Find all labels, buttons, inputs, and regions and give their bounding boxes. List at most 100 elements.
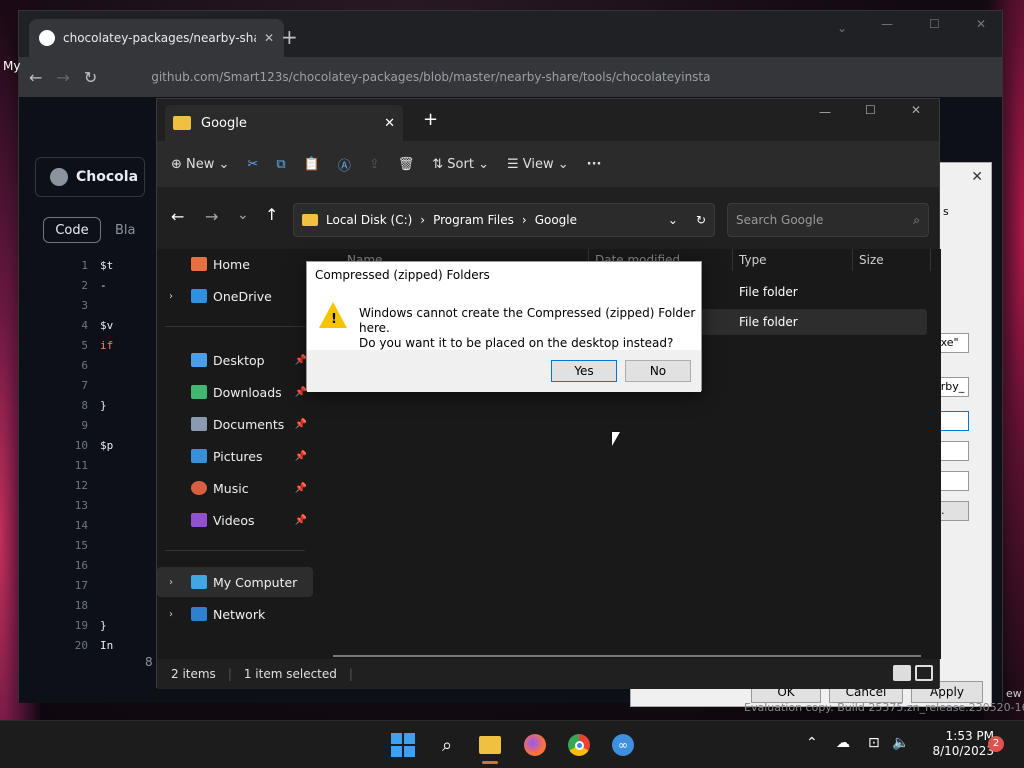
app-icon[interactable]: ∞: [609, 731, 637, 759]
pin-icon: 📌: [294, 514, 307, 526]
sidebar-label: Music: [213, 480, 249, 496]
close-window-icon[interactable]: ✕: [976, 17, 986, 31]
sidebar-item-music[interactable]: Music 📌: [157, 473, 313, 503]
up-icon[interactable]: ↑: [265, 205, 278, 224]
breadcrumb-1[interactable]: Program Files: [433, 213, 514, 227]
delete-icon[interactable]: 🗑: [398, 157, 415, 172]
address-bar[interactable]: github.com/Smart123s/chocolatey-packages…: [151, 70, 711, 84]
breadcrumb-0[interactable]: Local Disk (C:): [326, 213, 412, 227]
clock[interactable]: 1:53 PM 8/10/2023: [932, 729, 994, 759]
back-icon[interactable]: ←: [171, 207, 184, 226]
chevron-down-icon[interactable]: ⌄: [837, 21, 847, 35]
forward-icon[interactable]: →: [56, 68, 69, 87]
view-button[interactable]: ☰ View ⌄: [507, 157, 569, 172]
sidebar-item-downloads[interactable]: Downloads 📌: [157, 377, 313, 407]
chrome-tab[interactable]: chocolatey-packages/nearby-sha ✕: [29, 19, 284, 57]
firefox-icon[interactable]: [521, 731, 549, 759]
search-icon[interactable]: ⌕: [433, 731, 461, 759]
folder-icon: [173, 116, 191, 130]
line-number: 15: [74, 539, 88, 552]
volume-icon[interactable]: 🔈: [892, 735, 909, 751]
sidebar-item-network[interactable]: › Network: [157, 599, 313, 629]
minimize-icon[interactable]: —: [819, 105, 831, 119]
view-label: ew: [1006, 687, 1022, 700]
copy-icon[interactable]: ⧉: [276, 157, 285, 172]
chevron-right-icon[interactable]: ›: [169, 577, 173, 588]
reload-icon[interactable]: ↻: [84, 68, 97, 87]
dialog-message-line1: Windows cannot create the Compressed (zi…: [359, 306, 696, 335]
address-bar[interactable]: Local Disk (C:) › Program Files › Google…: [293, 203, 715, 237]
maximize-icon[interactable]: ☐: [929, 17, 940, 31]
column-header-type[interactable]: Type: [733, 249, 853, 271]
search-input[interactable]: Search Google ⌕: [727, 203, 929, 237]
maximize-icon[interactable]: ☐: [865, 103, 876, 117]
file-explorer-icon[interactable]: [476, 731, 504, 759]
share-icon[interactable]: ⇪: [369, 157, 380, 172]
pin-icon: 📌: [294, 450, 307, 462]
sidebar-item-videos[interactable]: Videos 📌: [157, 505, 313, 535]
start-icon[interactable]: [389, 731, 417, 759]
item-count: 2 items: [171, 667, 216, 681]
tiles-view-icon[interactable]: [915, 665, 933, 681]
divider: [165, 326, 305, 327]
column-header-size[interactable]: Size: [853, 249, 931, 271]
breadcrumb-2[interactable]: Google: [535, 213, 660, 227]
close-icon[interactable]: ✕: [971, 169, 983, 185]
line-number: 20: [74, 639, 88, 652]
explorer-tab[interactable]: Google ✕: [165, 105, 403, 141]
yes-button[interactable]: Yes: [551, 360, 617, 382]
chevron-right-icon[interactable]: ›: [169, 291, 173, 302]
code-line: }: [100, 619, 107, 632]
file-explorer: Google ✕ + — ☐ ✕ ⊕ New ⌄ ✂ ⧉ 📋 Ⓐ ⇪ 🗑 ⇅ S…: [156, 98, 941, 689]
network-icon: [191, 607, 207, 621]
close-window-icon[interactable]: ✕: [911, 103, 921, 117]
cloud-offline-icon[interactable]: ☁: [836, 735, 850, 751]
repo-header[interactable]: Chocola: [35, 157, 145, 197]
horizontal-scrollbar[interactable]: [333, 655, 921, 657]
refresh-icon[interactable]: ↻: [696, 213, 706, 227]
code-tab[interactable]: Code: [43, 217, 101, 243]
watermark: Evaluation copy. Build 25375.zn_release.…: [744, 701, 1024, 714]
sidebar-item-my-computer[interactable]: › My Computer: [157, 567, 313, 597]
rename-icon[interactable]: Ⓐ: [338, 155, 351, 174]
chevron-up-icon[interactable]: ⌃: [806, 735, 818, 751]
close-icon[interactable]: ✕: [384, 116, 395, 131]
chevron-down-icon[interactable]: ⌄: [237, 207, 249, 223]
navigation-pane: Home › OneDrive Desktop 📌 Downloads 📌 Do…: [157, 249, 315, 659]
details-view-icon[interactable]: [893, 665, 911, 681]
chevron-down-icon[interactable]: ⌄: [668, 213, 678, 227]
sidebar-item-pictures[interactable]: Pictures 📌: [157, 441, 313, 471]
new-tab-icon[interactable]: +: [281, 25, 298, 49]
minimize-icon[interactable]: —: [881, 17, 893, 31]
sidebar-item-home[interactable]: Home: [157, 249, 313, 279]
sidebar-label: Videos: [213, 512, 255, 528]
sidebar-item-desktop[interactable]: Desktop 📌: [157, 345, 313, 375]
new-tab-icon[interactable]: +: [423, 109, 438, 130]
paste-icon[interactable]: 📋: [304, 157, 320, 172]
cut-icon[interactable]: ✂: [247, 157, 258, 172]
chrome-tab-title: chocolatey-packages/nearby-sha: [63, 31, 256, 45]
sort-button[interactable]: ⇅ Sort ⌄: [432, 157, 489, 172]
network-icon[interactable]: ⊡: [868, 735, 880, 751]
download-icon: [191, 385, 207, 399]
sidebar-item-onedrive[interactable]: › OneDrive: [157, 281, 313, 311]
line-number: 9: [81, 419, 88, 432]
chrome-icon[interactable]: [565, 731, 593, 759]
code-lines: $t - $v if} $p} In: [100, 260, 113, 660]
compressed-folders-dialog: Compressed (zipped) Folders ! Windows ca…: [306, 261, 702, 392]
repo-name: Chocola: [76, 169, 139, 185]
more-button[interactable]: ···: [587, 157, 602, 172]
no-button[interactable]: No: [625, 360, 691, 382]
sidebar-item-documents[interactable]: Documents 📌: [157, 409, 313, 439]
blame-tab[interactable]: Bla: [115, 223, 136, 238]
close-icon[interactable]: ✕: [264, 31, 274, 45]
new-button[interactable]: ⊕ New ⌄: [171, 157, 229, 172]
chevron-right-icon[interactable]: ›: [169, 609, 173, 620]
notification-badge[interactable]: 2: [988, 736, 1004, 752]
line-number: 7: [81, 379, 88, 392]
forward-icon[interactable]: →: [205, 207, 218, 226]
back-icon[interactable]: ←: [29, 68, 42, 87]
dialog-message-line2: Do you want it to be placed on the deskt…: [359, 336, 674, 350]
